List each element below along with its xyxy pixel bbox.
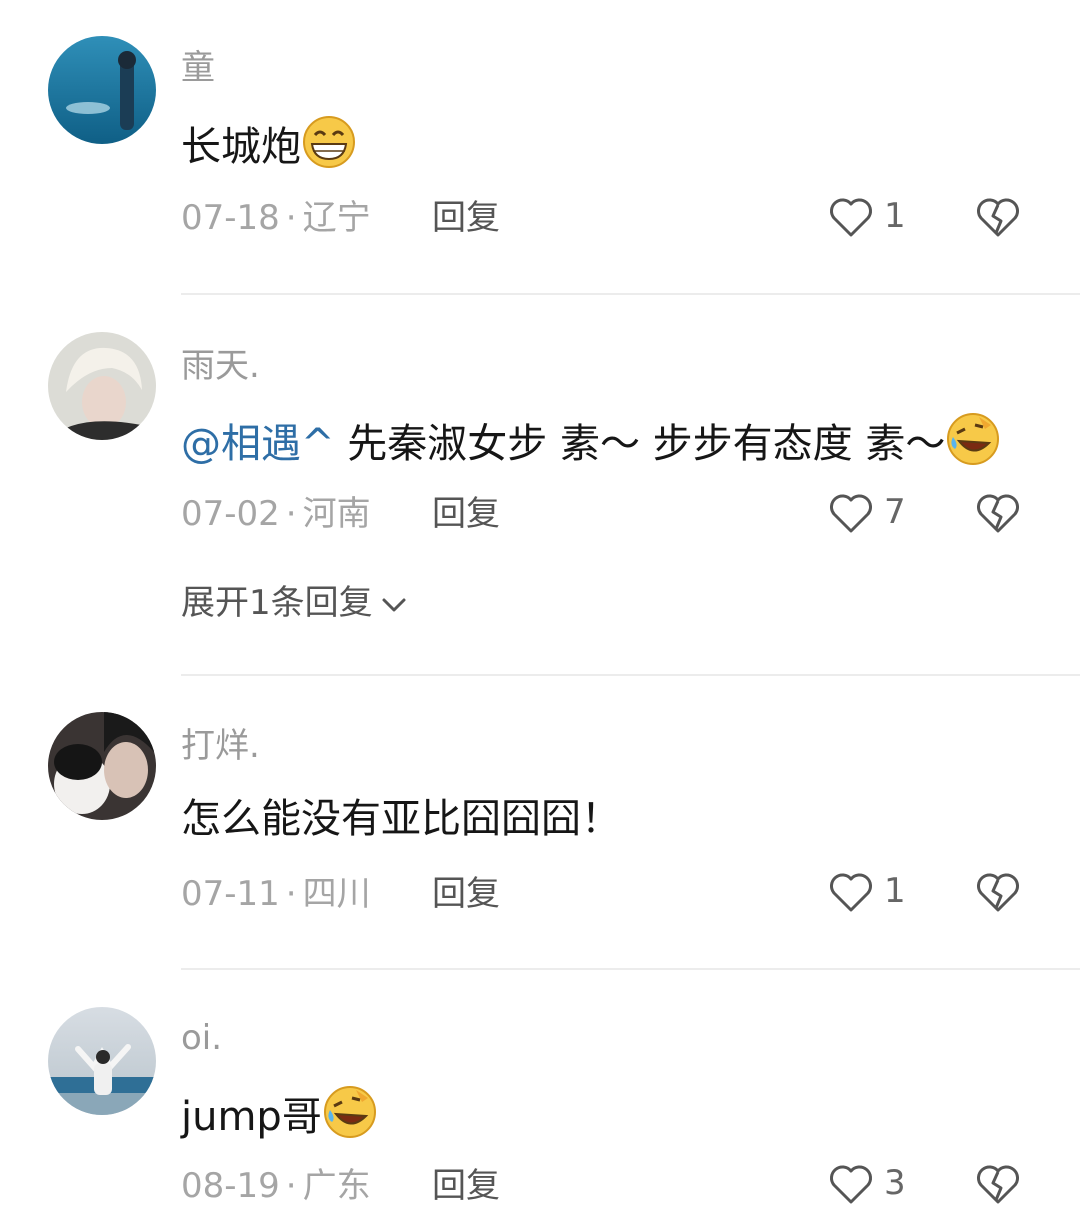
avatar[interactable] — [48, 712, 156, 820]
username[interactable]: oi. — [181, 1018, 222, 1058]
comment-location: 广东 — [302, 1166, 371, 1206]
meta-separator: · — [285, 874, 297, 914]
avatar[interactable] — [48, 36, 156, 144]
comment-text: 怎么能没有亚比囧囧囧！ — [181, 796, 621, 842]
broken-heart-icon[interactable] — [973, 1159, 1023, 1209]
meta-separator: · — [285, 1166, 297, 1206]
rofl-emoji — [947, 413, 1000, 465]
comment-date: 07-18 — [181, 198, 280, 238]
comment-text: 长城炮 — [181, 114, 357, 172]
username[interactable]: 雨天. — [181, 346, 260, 386]
mention-link[interactable]: @相遇^ — [181, 421, 335, 467]
broken-heart-icon[interactable] — [973, 867, 1023, 917]
reply-button[interactable]: 回复 — [432, 494, 500, 534]
avatar[interactable] — [48, 332, 156, 440]
divider — [181, 968, 1080, 970]
divider — [181, 674, 1080, 676]
expand-replies-button[interactable]: 展开1条回复 — [181, 583, 409, 623]
meta-separator: · — [285, 494, 297, 534]
username[interactable]: 童 — [181, 48, 215, 88]
like-count: 3 — [884, 1163, 906, 1203]
comment-meta: 07-02 · 河南 — [181, 494, 371, 534]
reply-button[interactable]: 回复 — [432, 874, 500, 914]
comment-date: 07-02 — [181, 494, 280, 534]
comment-location: 辽宁 — [302, 198, 371, 238]
grinning-face-emoji — [303, 116, 355, 168]
avatar-image — [48, 36, 156, 144]
avatar-image — [48, 712, 156, 820]
heart-outline-icon — [830, 873, 872, 912]
comment-text: @相遇^ 先秦淑女步 素～ 步步有态度 素～ — [181, 411, 1001, 469]
like-count: 7 — [884, 492, 906, 532]
comment-location: 河南 — [302, 494, 371, 534]
avatar-image — [48, 1007, 156, 1115]
comment-text: jump哥 — [181, 1084, 378, 1142]
comment-meta: 08-19 · 广东 — [181, 1166, 371, 1206]
broken-heart-icon[interactable] — [973, 488, 1023, 538]
expand-replies-label: 展开1条回复 — [181, 583, 373, 623]
meta-separator: · — [285, 198, 297, 238]
broken-heart-icon[interactable] — [973, 192, 1023, 242]
chevron-down-icon — [382, 598, 406, 611]
comment-location: 四川 — [302, 874, 371, 914]
comment-text-body: 长城炮 — [181, 124, 301, 170]
heart-outline-icon — [830, 494, 872, 533]
heart-outline-icon — [830, 198, 872, 237]
comment-date: 08-19 — [181, 1166, 280, 1206]
avatar[interactable] — [48, 1007, 156, 1115]
like-count: 1 — [884, 196, 906, 236]
like-count: 1 — [884, 871, 906, 911]
comment-meta: 07-11 · 四川 — [181, 874, 371, 914]
divider — [181, 293, 1080, 295]
heart-outline-icon — [830, 1165, 872, 1204]
comment-text-body: 先秦淑女步 素～ 步步有态度 素～ — [334, 421, 946, 467]
avatar-image — [48, 332, 156, 440]
comment-text-body: jump哥 — [181, 1094, 322, 1140]
username[interactable]: 打烊. — [181, 726, 260, 766]
comment-meta: 07-18 · 辽宁 — [181, 198, 371, 238]
rofl-emoji — [323, 1086, 376, 1138]
reply-button[interactable]: 回复 — [432, 198, 500, 238]
reply-button[interactable]: 回复 — [432, 1166, 500, 1206]
comment-date: 07-11 — [181, 874, 280, 914]
